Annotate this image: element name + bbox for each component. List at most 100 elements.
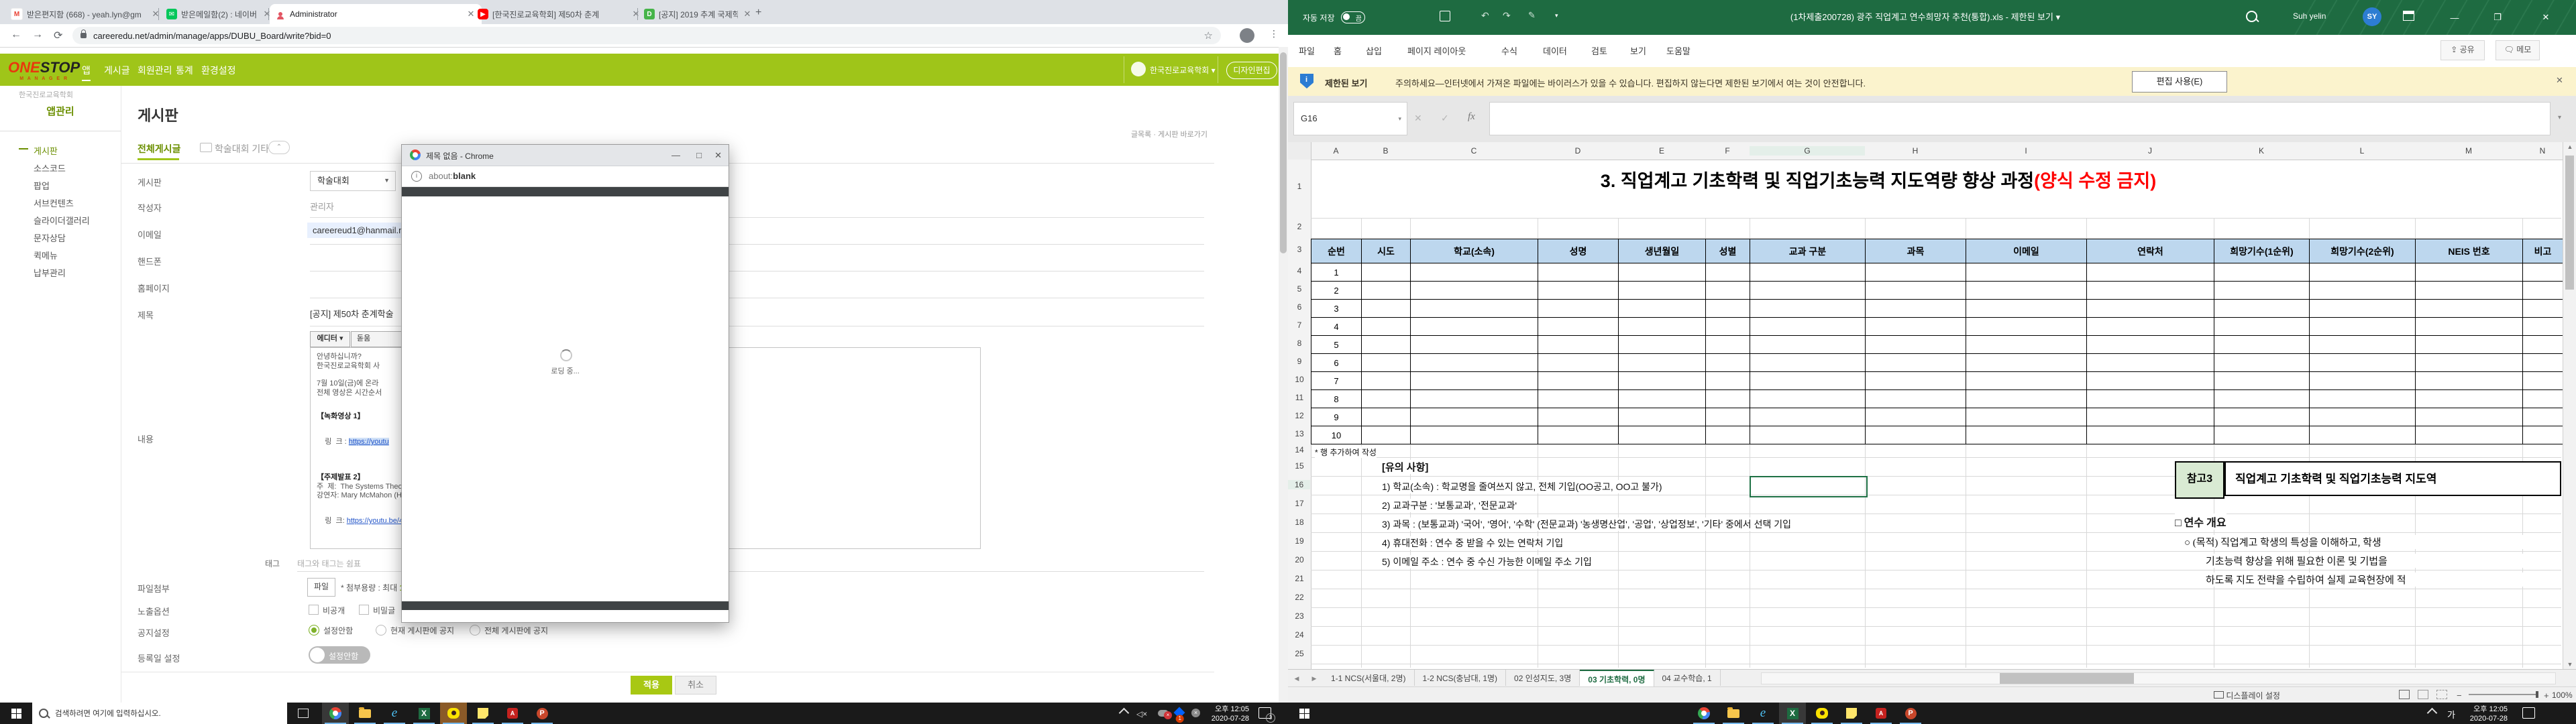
share-button[interactable]: ⇪ 공유 bbox=[2440, 40, 2485, 60]
display-settings[interactable]: 디스플레이 설정 bbox=[2214, 690, 2280, 701]
task-view-icon[interactable] bbox=[290, 703, 317, 724]
table-row[interactable]: 5 bbox=[1311, 336, 2563, 354]
taskbar-ie-icon[interactable]: e bbox=[381, 703, 408, 724]
scrollbar-thumb[interactable] bbox=[2565, 156, 2574, 290]
account-menu[interactable]: 한국진로교육학회 ▾ bbox=[1150, 64, 1216, 76]
column-header[interactable]: A bbox=[1311, 146, 1361, 156]
row-header[interactable]: 13 bbox=[1288, 429, 1311, 438]
sidebar-item-slider[interactable]: 슬라이더갤러리 bbox=[34, 214, 90, 227]
scrollbar-vertical[interactable]: ▲ ▼ bbox=[2563, 142, 2576, 669]
ribbon-display-icon[interactable] bbox=[2403, 11, 2414, 21]
email-input[interactable]: careereud1@hanmail.net bbox=[307, 223, 416, 238]
zoom-knob[interactable] bbox=[2536, 691, 2538, 698]
scrollbar[interactable] bbox=[1279, 47, 1288, 703]
browser-tab-youtube[interactable]: ▶ [한국진로교육학회] 제50차 춘계 ✕ bbox=[472, 4, 647, 24]
table-row[interactable]: 7 bbox=[1311, 372, 2563, 390]
undo-icon[interactable]: ↶ bbox=[1481, 10, 1489, 21]
cancel-button[interactable]: 취소 bbox=[675, 676, 716, 695]
onedrive-icon[interactable]: × bbox=[1158, 710, 1169, 717]
taskbar-stickynote-icon[interactable] bbox=[470, 703, 496, 724]
browser-tab-dbpia[interactable]: D [공지] 2019 추계 국제학술대회 ✕ bbox=[639, 4, 758, 24]
sidebar-item-subcontent[interactable]: 서브컨텐츠 bbox=[34, 196, 74, 209]
zoom-in-icon[interactable]: + bbox=[2544, 690, 2549, 701]
view-normal-icon[interactable] bbox=[2399, 690, 2410, 699]
column-header[interactable]: K bbox=[2214, 146, 2309, 156]
save-icon[interactable] bbox=[1440, 11, 1450, 21]
column-header[interactable]: N bbox=[2522, 146, 2563, 156]
sheet-tab[interactable]: 1-1 NCS(서울대, 2명) bbox=[1323, 670, 1415, 686]
formula-expand-icon[interactable]: ▾ bbox=[2558, 114, 2561, 121]
popup-window[interactable]: 제목 없음 - Chrome — □ ✕ i about:blank 로딩 중.… bbox=[401, 144, 729, 623]
profile-avatar[interactable] bbox=[1240, 28, 1254, 43]
collapse-chevron-icon[interactable]: ⌃ bbox=[268, 141, 290, 154]
ribbon-tab-pagelayout[interactable]: 페이지 레이아웃 bbox=[1407, 44, 1466, 57]
tray-clock[interactable]: 오후 12:052020-07-28 bbox=[2463, 705, 2508, 723]
sidebar-item-payment[interactable]: 납부관리 bbox=[34, 266, 66, 279]
scrollbar-thumb[interactable] bbox=[1280, 52, 1287, 253]
fx-icon[interactable]: fx bbox=[1468, 111, 1475, 123]
column-header[interactable]: D bbox=[1538, 146, 1618, 156]
taskbar-acrobat-icon[interactable]: A bbox=[499, 703, 526, 724]
forward-icon[interactable]: → bbox=[32, 29, 43, 41]
taskbar-chrome-icon[interactable] bbox=[1690, 703, 1717, 724]
column-header[interactable]: B bbox=[1361, 146, 1410, 156]
taskbar-kakaotalk-icon[interactable] bbox=[1809, 703, 1835, 724]
sheet-nav-left-icon[interactable]: ◀ bbox=[1288, 670, 1305, 687]
user-avatar[interactable]: SY bbox=[2363, 7, 2381, 26]
row-header[interactable]: 21 bbox=[1288, 574, 1311, 583]
editor-mode-button[interactable]: 에디터 ▾ bbox=[310, 331, 350, 347]
row-header[interactable]: 9 bbox=[1288, 357, 1311, 366]
taskbar-excel-icon[interactable]: X bbox=[1779, 703, 1806, 724]
expose-private-checkbox[interactable]: 비공개 bbox=[309, 605, 345, 618]
select-all-corner[interactable] bbox=[1288, 142, 1311, 160]
cancel-entry-icon[interactable]: ✕ bbox=[1414, 113, 1422, 124]
maximize-icon[interactable]: □ bbox=[696, 150, 702, 160]
taskbar-ie-icon[interactable]: e bbox=[1750, 703, 1776, 724]
ribbon-tab-insert[interactable]: 삽입 bbox=[1366, 44, 1382, 57]
account-avatar[interactable] bbox=[1131, 62, 1146, 76]
taskbar-stickynote-icon[interactable] bbox=[1838, 703, 1865, 724]
row-header[interactable]: 3 bbox=[1288, 245, 1311, 254]
row-header[interactable]: 25 bbox=[1288, 649, 1311, 658]
nav-item-posts[interactable]: 게시글 bbox=[104, 64, 130, 77]
taskbar-acrobat-icon[interactable]: A bbox=[1868, 703, 1894, 724]
ribbon-tab-review[interactable]: 검토 bbox=[1591, 44, 1607, 57]
row-header[interactable]: 12 bbox=[1288, 411, 1311, 420]
row-header[interactable]: 20 bbox=[1288, 555, 1311, 564]
notification-icon[interactable]: 3 bbox=[1258, 707, 1271, 719]
start-button[interactable] bbox=[0, 703, 32, 724]
board-select[interactable]: 학술대회▼ bbox=[310, 171, 396, 191]
popup-title-bar[interactable]: 제목 없음 - Chrome — □ ✕ bbox=[402, 145, 729, 166]
ribbon-tab-home[interactable]: 홈 bbox=[1334, 44, 1342, 57]
table-row[interactable]: 9 bbox=[1311, 408, 2563, 426]
table-row[interactable]: 6 bbox=[1311, 354, 2563, 372]
nav-item-apps[interactable]: 앱 bbox=[82, 64, 91, 81]
nav-item-settings[interactable]: 환경설정 bbox=[201, 64, 236, 77]
roster-table[interactable]: 순번시도학교(소속) 성명생년월일성별 교과 구분과목이메일 연락처희망기수(1… bbox=[1311, 239, 2563, 444]
ribbon-tab-data[interactable]: 데이터 bbox=[1543, 44, 1567, 57]
column-header[interactable]: M bbox=[2415, 146, 2522, 156]
notification-icon[interactable] bbox=[2522, 707, 2535, 719]
row-header[interactable]: 22 bbox=[1288, 593, 1311, 602]
scrollbar-thumb[interactable] bbox=[2000, 673, 2134, 684]
sheet-tab-active[interactable]: 03 기초학력, 0명 bbox=[1580, 670, 1654, 687]
view-page-break-icon[interactable] bbox=[2436, 690, 2447, 699]
regdate-toggle[interactable]: 설정안함 bbox=[309, 646, 370, 664]
expose-secret-checkbox[interactable]: 비밀글 bbox=[359, 605, 395, 618]
scroll-up-icon[interactable]: ▲ bbox=[2563, 143, 2576, 150]
sidebar-item-board[interactable]: 게시판 bbox=[34, 144, 58, 157]
redo-icon[interactable]: ↷ bbox=[1503, 10, 1511, 21]
row-header[interactable]: 11 bbox=[1288, 393, 1311, 402]
minimize-icon[interactable]: — bbox=[2439, 7, 2470, 28]
back-icon[interactable]: ← bbox=[11, 29, 21, 41]
enter-entry-icon[interactable]: ✓ bbox=[1441, 113, 1449, 124]
quick-links[interactable]: 글목록 · 게시판 바로가기 bbox=[1073, 129, 1208, 139]
name-box[interactable]: G16▾ bbox=[1293, 102, 1407, 135]
row-header[interactable]: 7 bbox=[1288, 320, 1311, 330]
zoom-out-icon[interactable]: − bbox=[2457, 690, 2462, 701]
ribbon-tab-view[interactable]: 보기 bbox=[1630, 44, 1646, 57]
sidebar-item-sms[interactable]: 문자상담 bbox=[34, 231, 66, 244]
minimize-icon[interactable]: — bbox=[672, 150, 680, 160]
row-header[interactable]: 4 bbox=[1288, 266, 1311, 276]
column-header[interactable]: C bbox=[1410, 146, 1538, 156]
